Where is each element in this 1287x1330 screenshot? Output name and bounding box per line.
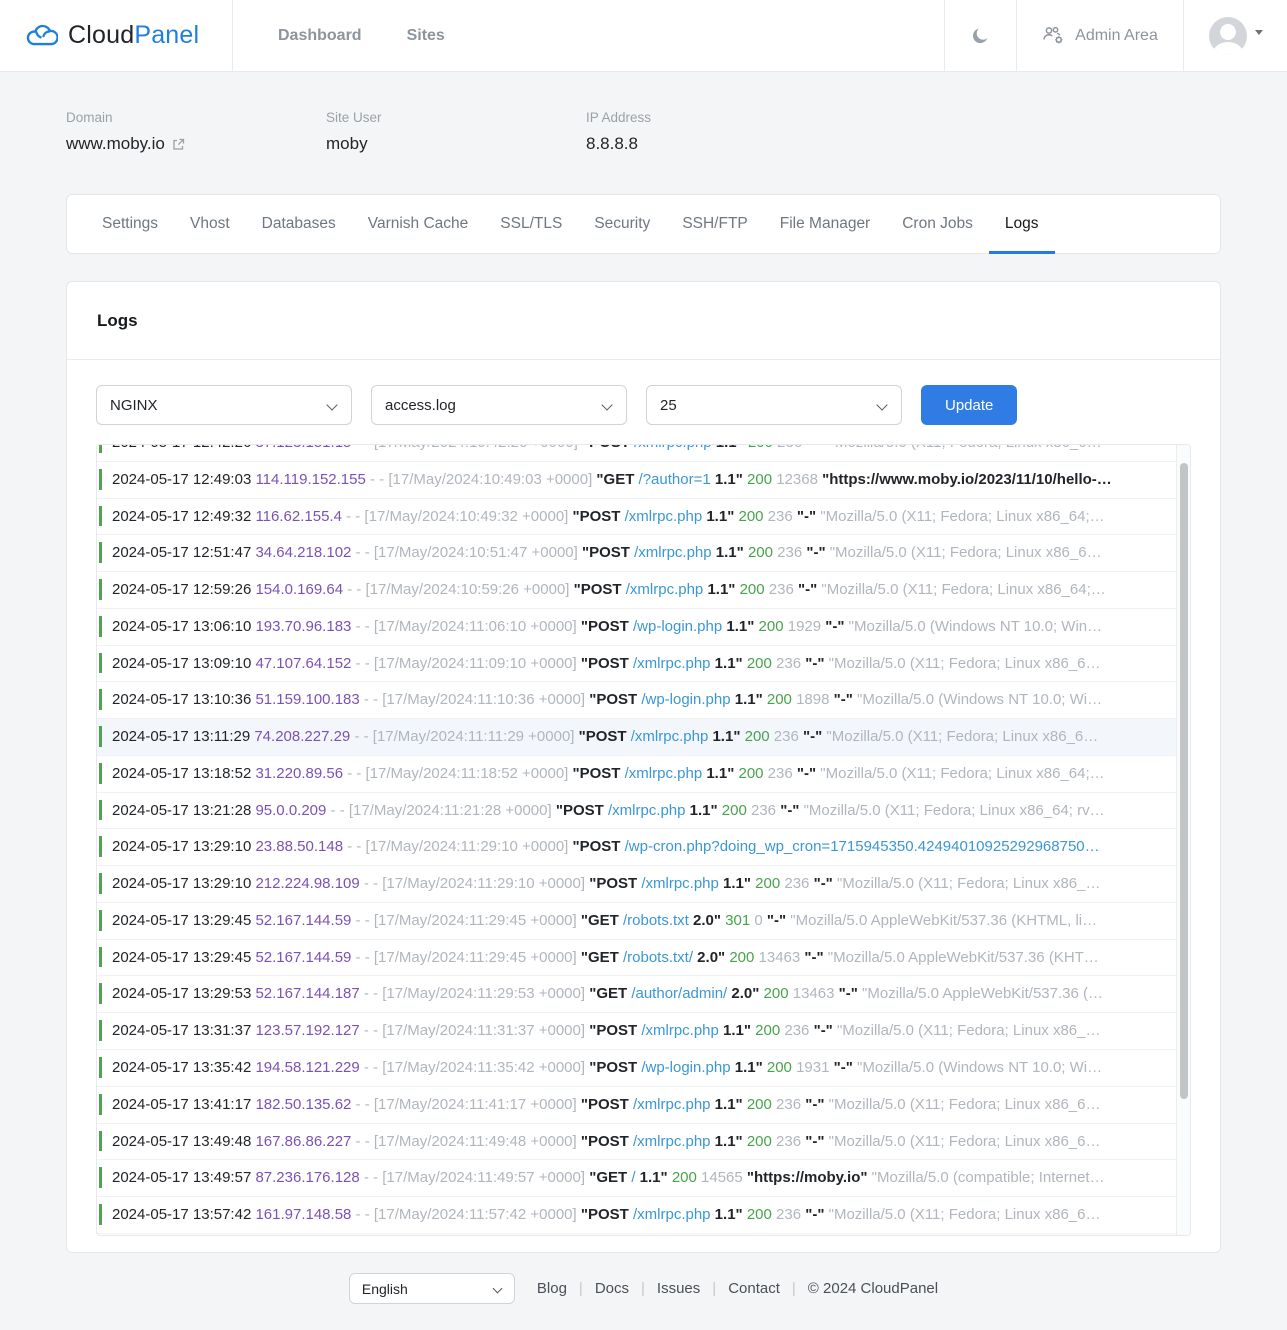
tab-databases[interactable]: Databases xyxy=(246,195,352,253)
footer-link-contact[interactable]: Contact xyxy=(728,1280,780,1297)
log-row: 2024-05-17 13:31:37 123.57.192.127 - - [… xyxy=(97,1013,1176,1050)
top-nav: Dashboard Sites xyxy=(233,0,944,71)
log-file-select-value: access.log xyxy=(385,397,456,414)
site-info-bar: Domain www.moby.io Site User moby IP Address… xyxy=(0,72,1287,194)
info-value-text: 8.8.8.8 xyxy=(586,134,638,154)
log-row: 2024-05-17 13:21:28 95.0.0.209 - - [17/M… xyxy=(97,793,1176,830)
log-row: 2024-05-17 13:29:10 212.224.98.109 - - [… xyxy=(97,866,1176,903)
info-value: 8.8.8.8 xyxy=(586,134,846,154)
tab-logs[interactable]: Logs xyxy=(989,195,1055,253)
log-row: 2024-05-17 13:18:52 31.220.89.56 - - [17… xyxy=(97,756,1176,793)
log-row: 2024-05-17 12:49:03 114.119.152.155 - - … xyxy=(97,462,1176,499)
log-row: 2024-05-17 13:49:57 87.236.176.128 - - [… xyxy=(97,1160,1176,1197)
dark-mode-toggle[interactable] xyxy=(944,0,1016,71)
admin-area-button[interactable]: Admin Area xyxy=(1016,0,1183,71)
footer-links: Blog | Docs | Issues | Contact | © 2024 CloudPan… xyxy=(537,1280,938,1297)
log-row: 2024-05-17 13:11:29 74.208.227.29 - - [1… xyxy=(97,719,1176,756)
footer: English Blog | Docs | Issues | Contact | © 2024 … xyxy=(0,1253,1287,1330)
site-tabs: SettingsVhostDatabasesVarnish CacheSSL/T… xyxy=(66,194,1221,254)
tab-security[interactable]: Security xyxy=(578,195,666,253)
log-row: 2024-05-17 13:35:42 194.58.121.229 - - [… xyxy=(97,1050,1176,1087)
external-link-icon[interactable] xyxy=(172,138,185,151)
log-row: 2024-05-17 12:49:32 116.62.155.4 - - [17… xyxy=(97,499,1176,536)
footer-link-blog[interactable]: Blog xyxy=(537,1280,567,1297)
info-col-site-user: Site User moby xyxy=(326,110,586,154)
service-select[interactable]: NGINX xyxy=(96,385,352,425)
info-col-ip-address: IP Address 8.8.8.8 xyxy=(586,110,846,154)
footer-separator: | xyxy=(579,1280,583,1297)
brand-text: CloudPanel xyxy=(68,21,199,50)
log-row: 2024-05-17 12:51:47 34.64.218.102 - - [1… xyxy=(97,535,1176,572)
footer-link-docs[interactable]: Docs xyxy=(595,1280,629,1297)
log-row: 2024-05-17 13:10:36 51.159.100.183 - - [… xyxy=(97,682,1176,719)
admin-area-label: Admin Area xyxy=(1075,27,1158,45)
log-row: 2024-05-17 13:29:45 52.167.144.59 - - [1… xyxy=(97,940,1176,977)
log-row: 2024-05-17 13:41:17 182.50.135.62 - - [1… xyxy=(97,1087,1176,1124)
moon-icon xyxy=(971,26,991,46)
language-select[interactable]: English xyxy=(349,1273,515,1304)
info-value: www.moby.io xyxy=(66,134,326,154)
page-title: Logs xyxy=(97,311,138,330)
log-row: 2024-05-17 13:57:42 161.97.148.58 - - [1… xyxy=(97,1197,1176,1234)
logs-toolbar: NGINX access.log 25 Update xyxy=(67,360,1220,425)
info-col-domain: Domain www.moby.io xyxy=(66,110,326,154)
info-label: IP Address xyxy=(586,110,846,125)
logs-card-header: Logs xyxy=(67,282,1220,360)
avatar xyxy=(1209,17,1247,55)
footer-link-issues[interactable]: Issues xyxy=(657,1280,700,1297)
info-label: Site User xyxy=(326,110,586,125)
chevron-down-icon xyxy=(1255,30,1263,35)
tab-ssh-ftp[interactable]: SSH/FTP xyxy=(666,195,763,253)
cloud-logo-icon xyxy=(24,19,58,53)
footer-copyright: © 2024 CloudPanel xyxy=(808,1280,938,1297)
line-count-select-value: 25 xyxy=(660,397,677,414)
tab-settings[interactable]: Settings xyxy=(86,195,174,253)
log-row: 2024-05-17 13:09:10 47.107.64.152 - - [1… xyxy=(97,646,1176,683)
log-row: 2024-05-17 13:29:53 52.167.144.187 - - [… xyxy=(97,976,1176,1013)
tab-cron-jobs[interactable]: Cron Jobs xyxy=(886,195,989,253)
log-rows: 2024-05-17 12:42:26 37.123.151.15 - - [1… xyxy=(97,445,1176,1234)
logs-card: Logs NGINX access.log 25 Update 2024-05-… xyxy=(66,281,1221,1253)
footer-separator: | xyxy=(792,1280,796,1297)
info-value-text: www.moby.io xyxy=(66,134,165,154)
line-count-select[interactable]: 25 xyxy=(646,385,902,425)
info-value: moby xyxy=(326,134,586,154)
log-scrollbar-track[interactable] xyxy=(1176,445,1190,1235)
top-bar: CloudPanel DashboardSites Admi xyxy=(0,0,1287,72)
service-select-value: NGINX xyxy=(110,397,158,414)
log-viewer: 2024-05-17 12:42:26 37.123.151.15 - - [1… xyxy=(96,444,1191,1236)
tab-vhost[interactable]: Vhost xyxy=(174,195,246,253)
nav-item-dashboard[interactable]: Dashboard xyxy=(278,27,362,45)
update-button[interactable]: Update xyxy=(921,385,1017,425)
user-menu[interactable] xyxy=(1183,0,1287,71)
info-label: Domain xyxy=(66,110,326,125)
log-scrollbar-thumb[interactable] xyxy=(1180,463,1188,1099)
log-row: 2024-05-17 12:59:26 154.0.169.64 - - [17… xyxy=(97,572,1176,609)
log-file-select[interactable]: access.log xyxy=(371,385,627,425)
cloudpanel-logo[interactable]: CloudPanel xyxy=(0,0,233,71)
language-select-value: English xyxy=(362,1281,408,1297)
log-row: 2024-05-17 13:06:10 193.70.96.183 - - [1… xyxy=(97,609,1176,646)
nav-item-sites[interactable]: Sites xyxy=(407,27,445,45)
tab-file-manager[interactable]: File Manager xyxy=(764,195,886,253)
users-gear-icon xyxy=(1042,26,1066,45)
top-right: Admin Area xyxy=(944,0,1287,71)
tab-varnish-cache[interactable]: Varnish Cache xyxy=(352,195,485,253)
log-row: 2024-05-17 13:29:10 23.88.50.148 - - [17… xyxy=(97,829,1176,866)
log-row: 2024-05-17 13:49:48 167.86.86.227 - - [1… xyxy=(97,1124,1176,1161)
footer-separator: | xyxy=(712,1280,716,1297)
footer-separator: | xyxy=(641,1280,645,1297)
tab-ssl-tls[interactable]: SSL/TLS xyxy=(484,195,578,253)
info-value-text: moby xyxy=(326,134,368,154)
log-row: 2024-05-17 12:42:26 37.123.151.15 - - [1… xyxy=(97,445,1176,462)
log-row: 2024-05-17 13:29:45 52.167.144.59 - - [1… xyxy=(97,903,1176,940)
